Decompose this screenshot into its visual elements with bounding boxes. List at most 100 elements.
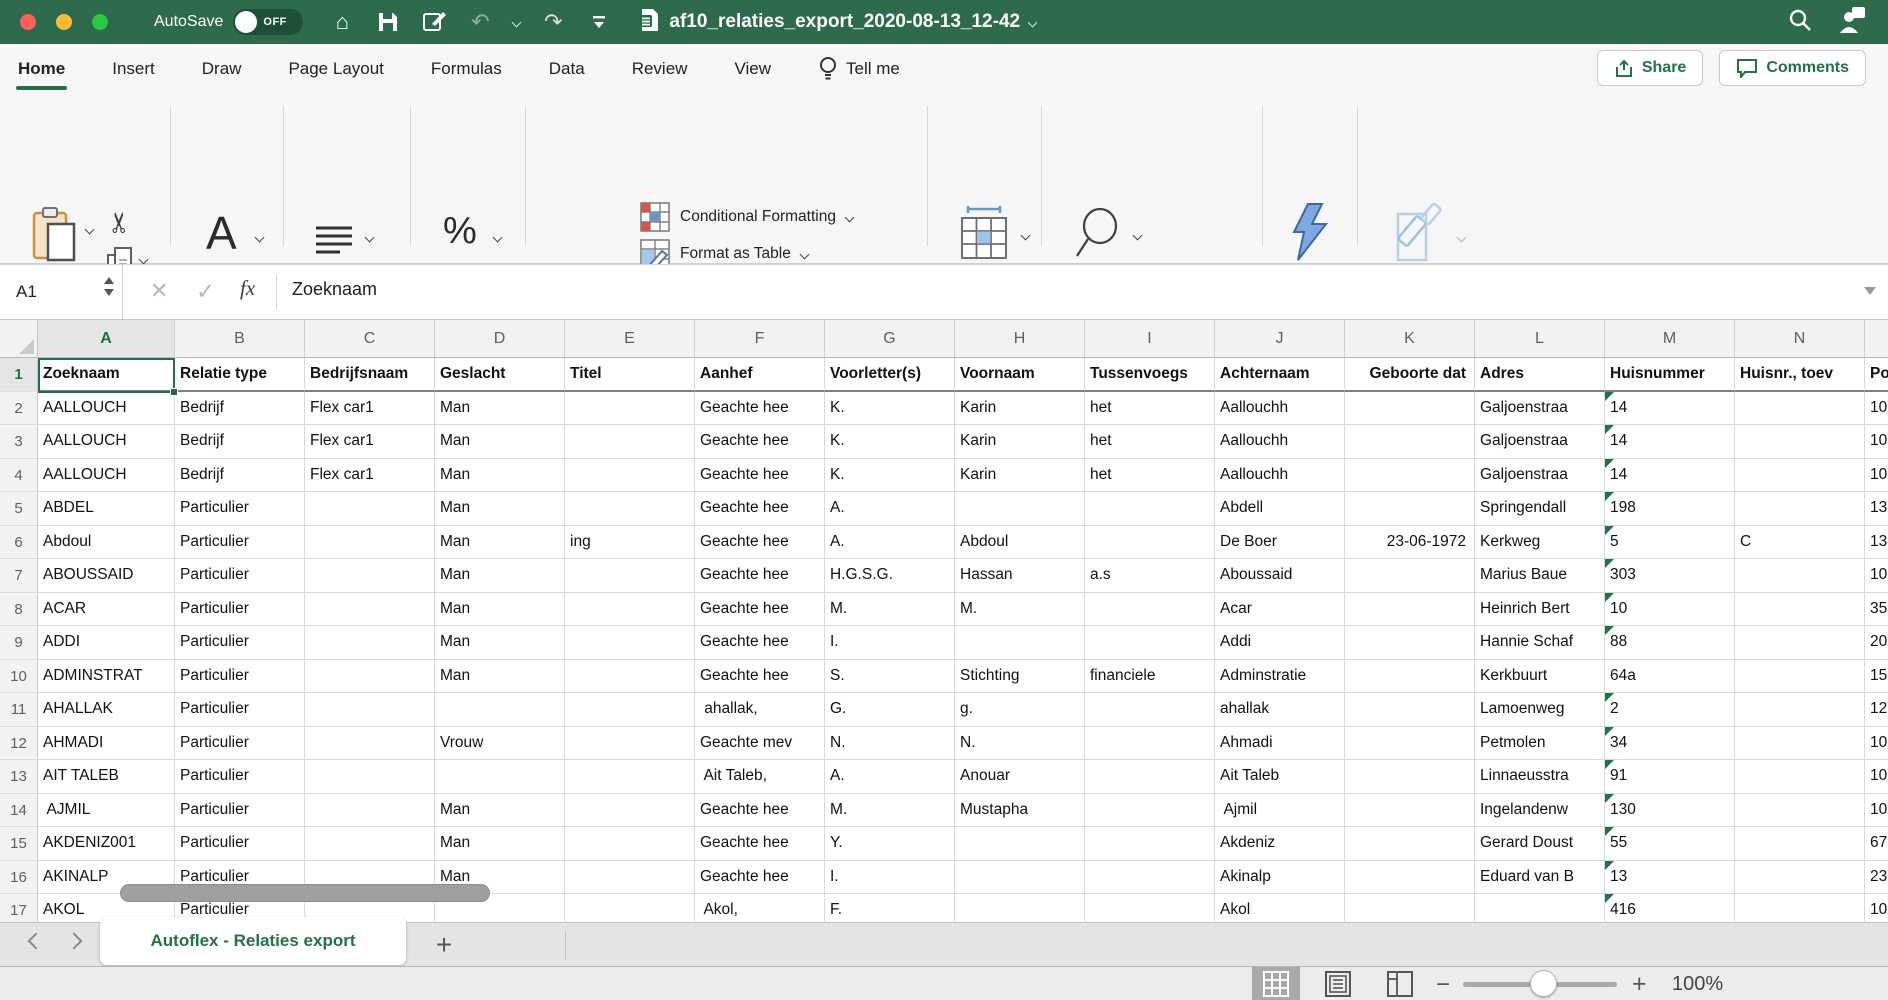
cell[interactable]: 13 <box>1865 526 1888 560</box>
cell[interactable]: 10 <box>1865 794 1888 828</box>
cell[interactable]: 55 <box>1605 827 1735 861</box>
cell[interactable] <box>1345 660 1475 694</box>
cell[interactable]: M. <box>825 593 955 627</box>
cell[interactable]: ahallak, <box>695 693 825 727</box>
cell[interactable]: het <box>1085 392 1215 426</box>
cell[interactable] <box>1345 894 1475 922</box>
cell[interactable] <box>1475 894 1605 922</box>
cell[interactable] <box>1345 492 1475 526</box>
cell[interactable] <box>955 827 1085 861</box>
cell[interactable] <box>1345 827 1475 861</box>
cell[interactable]: Adminstratie <box>1215 660 1345 694</box>
tab-page-layout[interactable]: Page Layout <box>288 44 383 94</box>
cell[interactable]: Mustapha <box>955 794 1085 828</box>
cell[interactable]: Karin <box>955 425 1085 459</box>
cell[interactable]: 23 <box>1865 861 1888 895</box>
cell[interactable]: 35 <box>1865 593 1888 627</box>
cell[interactable] <box>1085 626 1215 660</box>
fill-handle[interactable] <box>170 388 178 396</box>
row-header[interactable]: 14 <box>0 794 38 828</box>
alignment-icon[interactable] <box>314 224 354 263</box>
row-header[interactable]: 4 <box>0 459 38 493</box>
cell[interactable] <box>305 727 435 761</box>
editing-chevron-icon[interactable] <box>1133 231 1143 241</box>
cell[interactable]: Particulier <box>175 626 305 660</box>
cell[interactable]: Petmolen <box>1475 727 1605 761</box>
account-icon[interactable] <box>1838 7 1866 38</box>
row-header[interactable]: 3 <box>0 425 38 459</box>
cell[interactable]: Man <box>435 492 565 526</box>
cell[interactable]: Geachte hee <box>695 459 825 493</box>
cell[interactable]: Acar <box>1215 593 1345 627</box>
cell[interactable]: Geachte hee <box>695 593 825 627</box>
cell[interactable]: 10 <box>1865 392 1888 426</box>
cell[interactable] <box>1345 861 1475 895</box>
cell[interactable]: Adres <box>1475 358 1605 392</box>
cell[interactable] <box>305 827 435 861</box>
document-title[interactable]: af10_relaties_export_2020-08-13_12-42 <box>669 11 1020 33</box>
cell[interactable]: Geachte hee <box>695 559 825 593</box>
cell[interactable]: Particulier <box>175 727 305 761</box>
cell[interactable]: AKDENIZ001 <box>38 827 175 861</box>
cell[interactable]: Geachte hee <box>695 392 825 426</box>
cell[interactable]: Particulier <box>175 593 305 627</box>
tab-view[interactable]: View <box>734 44 771 94</box>
cell[interactable]: Galjoenstraa <box>1475 459 1605 493</box>
cell[interactable]: Geachte hee <box>695 827 825 861</box>
cell[interactable] <box>565 894 695 922</box>
paste-chevron-icon[interactable] <box>85 225 95 235</box>
cell[interactable]: Man <box>435 392 565 426</box>
cell[interactable] <box>1735 827 1865 861</box>
formula-bar-content[interactable]: Zoeknaam <box>292 279 377 300</box>
cell[interactable]: Ingelandenw <box>1475 794 1605 828</box>
share-button[interactable]: Share <box>1597 50 1703 86</box>
cell[interactable] <box>1735 861 1865 895</box>
cell[interactable]: 14 <box>1605 425 1735 459</box>
cell[interactable]: AALLOUCH <box>38 392 175 426</box>
cell[interactable] <box>565 693 695 727</box>
cell[interactable]: Man <box>435 459 565 493</box>
cell[interactable] <box>1085 794 1215 828</box>
ideas-icon[interactable] <box>1288 202 1332 267</box>
cell[interactable]: Akol <box>1215 894 1345 922</box>
cell[interactable]: 10 <box>1865 760 1888 794</box>
cell[interactable] <box>565 459 695 493</box>
cell[interactable]: 10 <box>1605 593 1735 627</box>
cell[interactable]: De Boer <box>1215 526 1345 560</box>
cell[interactable]: 13 <box>1865 492 1888 526</box>
cell[interactable]: Geachte mev <box>695 727 825 761</box>
cell[interactable]: AHMADI <box>38 727 175 761</box>
cell[interactable] <box>1345 693 1475 727</box>
column-header[interactable]: B <box>175 320 305 358</box>
cell[interactable] <box>1345 794 1475 828</box>
cell[interactable] <box>1085 760 1215 794</box>
cell[interactable]: Addi <box>1215 626 1345 660</box>
zoom-out-button[interactable]: − <box>1436 971 1450 999</box>
cell[interactable]: AHALLAK <box>38 693 175 727</box>
cell[interactable]: Man <box>435 559 565 593</box>
cell[interactable] <box>1735 459 1865 493</box>
cell[interactable]: Flex car1 <box>305 425 435 459</box>
tab-draw[interactable]: Draw <box>202 44 242 94</box>
cell[interactable]: Ait Taleb <box>1215 760 1345 794</box>
zoom-in-button[interactable]: + <box>1632 970 1647 999</box>
cell[interactable]: ABOUSSAID <box>38 559 175 593</box>
cell[interactable]: Akol, <box>695 894 825 922</box>
cell[interactable]: Linnaeusstra <box>1475 760 1605 794</box>
cell[interactable]: 23-06-1972 <box>1345 526 1475 560</box>
cell[interactable]: Man <box>435 827 565 861</box>
cell[interactable] <box>1735 492 1865 526</box>
cell[interactable]: g. <box>955 693 1085 727</box>
cell[interactable] <box>565 425 695 459</box>
cell[interactable]: Po <box>1865 358 1888 392</box>
zoom-slider-knob[interactable] <box>1530 970 1557 997</box>
column-header[interactable]: C <box>305 320 435 358</box>
cell[interactable] <box>1735 794 1865 828</box>
cell[interactable]: C <box>1735 526 1865 560</box>
cell[interactable] <box>305 492 435 526</box>
column-header[interactable]: K <box>1345 320 1475 358</box>
tab-data[interactable]: Data <box>549 44 585 94</box>
row-header[interactable]: 1 <box>0 358 38 392</box>
cell[interactable]: Man <box>435 794 565 828</box>
cell[interactable]: Karin <box>955 459 1085 493</box>
